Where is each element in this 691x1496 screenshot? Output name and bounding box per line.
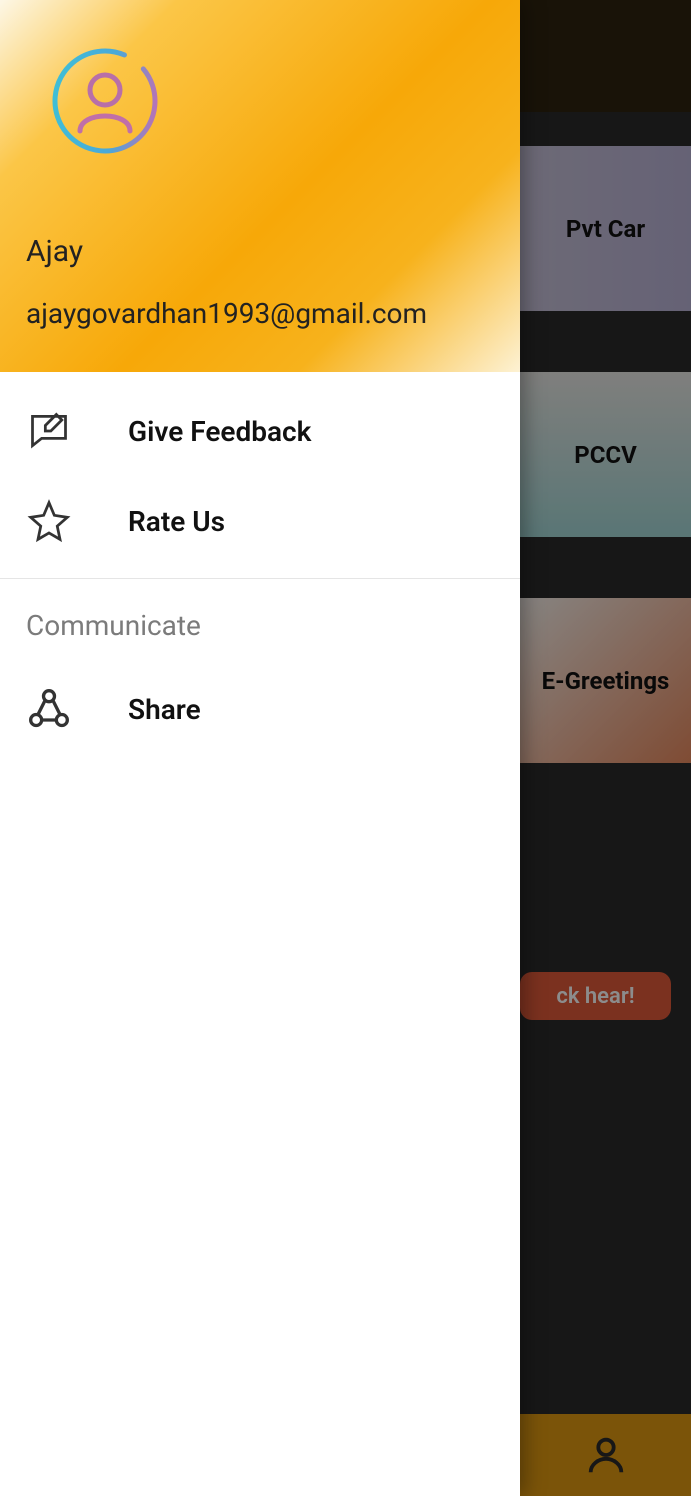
star-icon	[24, 496, 74, 546]
menu-item-label: Give Feedback	[128, 415, 311, 448]
menu-item-share[interactable]: Share	[0, 664, 520, 754]
drawer-header: Ajay ajaygovardhan1993@gmail.com	[0, 0, 520, 372]
menu-item-rate-us[interactable]: Rate Us	[0, 476, 520, 566]
navigation-drawer: Ajay ajaygovardhan1993@gmail.com Give Fe…	[0, 0, 520, 1496]
profile-avatar[interactable]	[50, 46, 160, 156]
menu-item-label: Share	[128, 693, 201, 726]
share-icon	[24, 684, 74, 734]
user-circle-icon	[50, 46, 160, 156]
section-header-communicate: Communicate	[0, 579, 520, 650]
menu-item-feedback[interactable]: Give Feedback	[0, 386, 520, 476]
user-name: Ajay	[26, 234, 494, 269]
menu-section-main: Give Feedback Rate Us	[0, 372, 520, 566]
user-email: ajaygovardhan1993@gmail.com	[26, 297, 494, 330]
menu-section-communicate: Share	[0, 650, 520, 754]
menu-item-label: Rate Us	[128, 505, 225, 538]
feedback-icon	[24, 406, 74, 456]
